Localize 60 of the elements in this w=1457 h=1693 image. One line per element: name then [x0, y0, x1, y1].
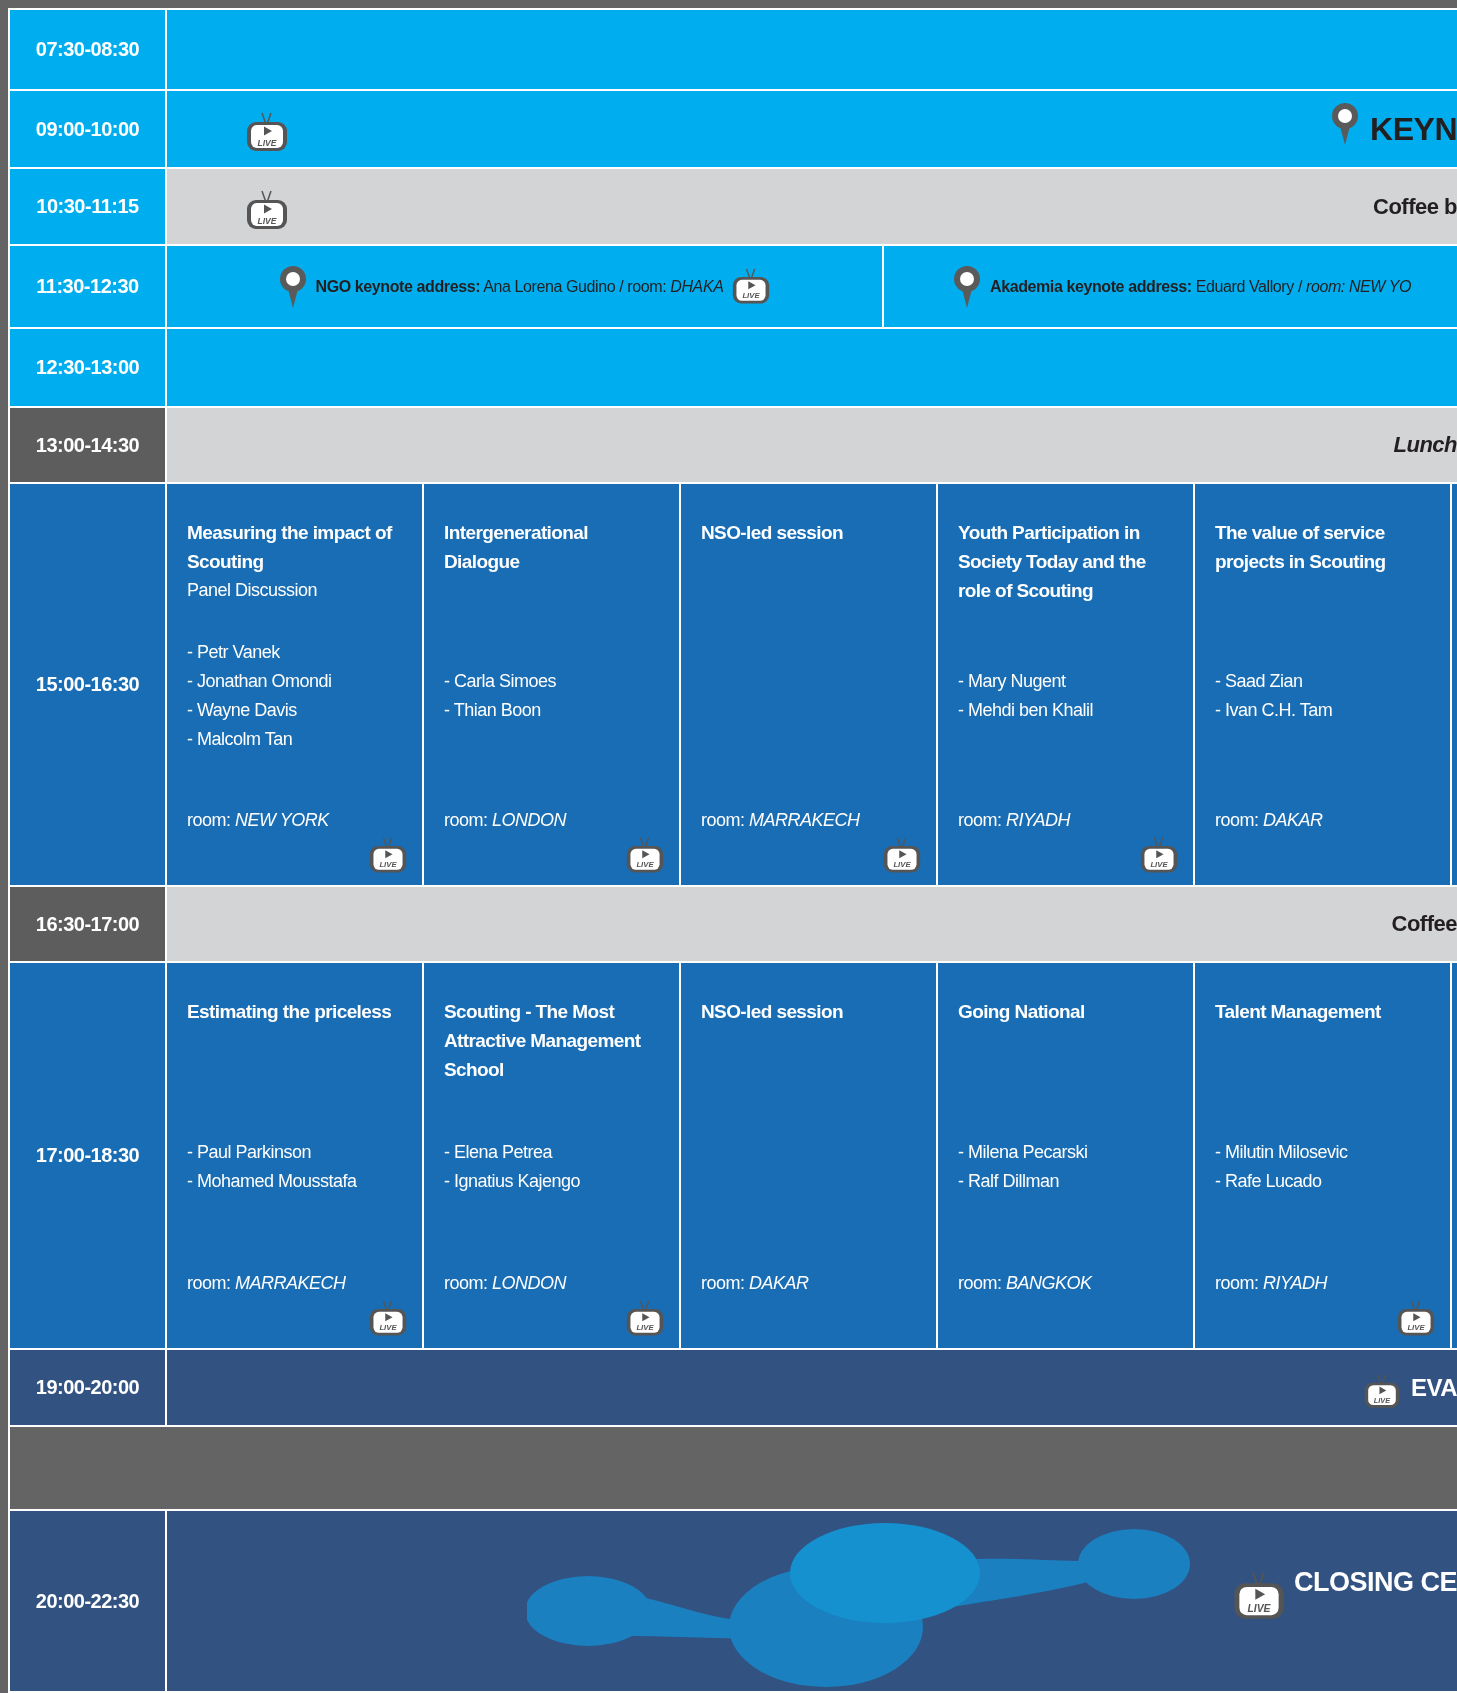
speaker-name: - Saad Zian — [1215, 669, 1304, 693]
room-text: room: DAKAR — [1215, 810, 1323, 831]
session-title: The value of service projects in Scouting — [1215, 521, 1387, 574]
session-subtitle: Panel Discussion — [187, 579, 319, 602]
speaker-name: - Malcolm Tan — [187, 727, 294, 751]
speaker-name: - Elena Petrea — [444, 1140, 554, 1164]
session-title: Intergenerational Dialogue — [444, 521, 589, 574]
session-title: Youth Participation in Society Today and the role of Scouting — [958, 521, 1147, 603]
keynote-text: NGO keynote address: Ana Lorena Gudino / room: DHAKA — [315, 277, 724, 296]
time-cell: 10:30-11:15 — [10, 169, 167, 244]
speaker-name: - Petr Vanek — [187, 640, 281, 664]
session-title: Estimating the priceless — [187, 1000, 392, 1024]
speaker-name: - Mary Nugent — [958, 669, 1067, 693]
room-text: room: LONDON — [444, 810, 567, 831]
slot-title: EVA — [1410, 1373, 1457, 1402]
session-title: Scouting - The Most Attractive Management School — [444, 1000, 642, 1082]
speaker-name: - Ivan C.H. Tam — [1215, 698, 1334, 722]
session-title: Measuring the impact of Scouting — [187, 521, 392, 574]
time-cell: 13:00-14:30 — [10, 408, 167, 482]
speaker-name: - Jonathan Omondi — [187, 669, 333, 693]
room-text: room: RIYADH — [1215, 1273, 1328, 1294]
speaker-name: - Ralf Dillman — [958, 1169, 1061, 1193]
room-text: room: LONDON — [444, 1273, 567, 1294]
slot-title: KEYN — [1370, 110, 1457, 148]
room-text: room: DAKAR — [701, 1273, 809, 1294]
time-cell: 11:30-12:30 — [10, 246, 167, 327]
session-title: NSO-led session — [701, 1000, 844, 1024]
time-cell: 17:00-18:30 — [10, 963, 167, 1348]
slot-title: Coffee — [1391, 911, 1457, 937]
time-cell: 19:00-20:00 — [10, 1350, 167, 1425]
room-text: room: NEW YORK — [187, 810, 329, 831]
time-cell: 16:30-17:00 — [10, 887, 167, 961]
slot-title: Lunch — [1393, 432, 1457, 458]
room-text: room: MARRAKECH — [701, 810, 860, 831]
speaker-name: - Paul Parkinson — [187, 1140, 313, 1164]
time-cell: 20:00-22:30 — [10, 1511, 167, 1691]
slot-title: CLOSING CE — [1294, 1567, 1457, 1598]
slot-title: Coffee b — [1373, 193, 1457, 220]
room-text: room: RIYADH — [958, 810, 1071, 831]
location-pin-icon — [277, 264, 308, 309]
speaker-name: - Mohamed Mousstafa — [187, 1169, 358, 1193]
speaker-name: - Rafe Lucado — [1215, 1169, 1323, 1193]
session-title: NSO-led session — [701, 521, 844, 545]
speaker-name: - Milutin Milosevic — [1215, 1140, 1349, 1164]
time-cell: 07:30-08:30 — [10, 10, 167, 89]
time-cell: 12:30-13:00 — [10, 329, 167, 406]
speaker-name: - Ignatius Kajengo — [444, 1169, 582, 1193]
speaker-name: - Carla Simoes — [444, 669, 558, 693]
time-cell: 15:00-16:30 — [10, 484, 167, 885]
room-text: room: MARRAKECH — [187, 1273, 346, 1294]
keynote-text: Akademia keynote address: Eduard Vallory / room: NEW YO — [990, 277, 1412, 296]
room-text: room: BANGKOK — [958, 1273, 1092, 1294]
time-cell: 09:00-10:00 — [10, 91, 167, 167]
location-pin-icon — [952, 264, 982, 309]
speaker-name: - Wayne Davis — [187, 698, 298, 722]
session-title: Going National — [958, 1000, 1086, 1024]
speaker-name: - Mehdi ben Khalil — [958, 698, 1095, 722]
session-title: Talent Management — [1215, 1000, 1382, 1024]
speaker-name: - Milena Pecarski — [958, 1140, 1089, 1164]
speaker-name: - Thian Boon — [444, 698, 542, 722]
